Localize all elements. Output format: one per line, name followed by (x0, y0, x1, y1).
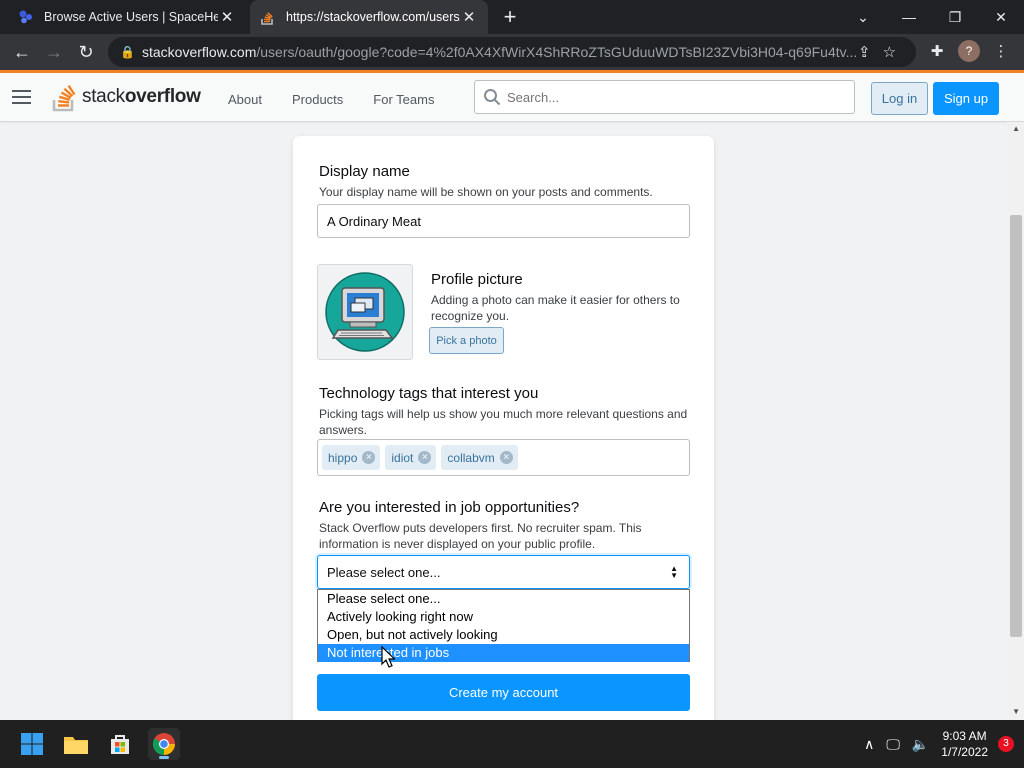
tag-remove-icon[interactable]: × (499, 451, 513, 464)
show-hidden-icons-chevron-icon[interactable]: ∧ (864, 736, 874, 753)
clock-time: 9:03 AM (942, 729, 987, 743)
new-tab-button[interactable]: + (497, 4, 523, 30)
jobs-select[interactable]: Please select one... ▲ ▼ (317, 555, 690, 589)
dropdown-option[interactable]: Please select one... (318, 590, 689, 608)
omnibox-actions: ⇪ ☆ (858, 43, 896, 61)
computer-avatar-icon (325, 272, 405, 352)
lock-icon: 🔒 (120, 45, 135, 59)
tab-search-icon[interactable]: ⌄ (840, 0, 886, 34)
extension-area: ✚ ? ⋮ (924, 38, 1014, 64)
jobs-dropdown-list: Please select one... Actively looking ri… (317, 589, 690, 662)
signup-button[interactable]: Sign up (933, 82, 999, 115)
profile-picture-frame (317, 264, 413, 360)
tag-chip: idiot × (385, 445, 437, 470)
share-icon[interactable]: ⇪ (858, 43, 871, 61)
tag-remove-icon[interactable]: × (362, 451, 376, 464)
bookmark-star-icon[interactable]: ☆ (883, 43, 896, 61)
back-arrow-icon[interactable]: ← (8, 38, 36, 66)
display-name-input[interactable]: A Ordinary Meat (317, 204, 690, 238)
profile-picture-label: Profile picture (431, 271, 523, 288)
minimize-icon[interactable]: — (886, 0, 932, 34)
site-header: stackoverflow About Products For Teams L… (0, 73, 1024, 122)
tags-label: Technology tags that interest you (319, 385, 539, 402)
tab-close-icon[interactable]: ✕ (218, 8, 236, 26)
dropdown-option[interactable]: Actively looking right now (318, 608, 689, 626)
mouse-cursor-icon (381, 646, 395, 668)
nav-for-teams[interactable]: For Teams (361, 86, 446, 113)
header-nav: About Products For Teams (216, 86, 452, 113)
system-tray: ∧ 🖵 🔈 9:03 AM 1/7/2022 3 (864, 720, 1014, 768)
restore-icon[interactable]: ❐ (932, 0, 978, 34)
jobs-description: Stack Overflow puts developers first. No… (319, 521, 642, 551)
tags-description: Picking tags will help us show you much … (319, 407, 688, 437)
tag-chip: hippo × (322, 445, 381, 470)
nav-products[interactable]: Products (280, 86, 355, 113)
jobs-label: Are you interested in job opportunities? (319, 499, 580, 516)
tag-remove-icon[interactable]: × (418, 451, 432, 464)
hamburger-menu-icon[interactable] (12, 90, 31, 104)
chrome-menu-icon[interactable]: ⋮ (988, 38, 1014, 64)
file-explorer-icon[interactable] (60, 728, 92, 760)
scroll-down-arrow-icon[interactable]: ▼ (1012, 707, 1020, 716)
select-arrows-icon: ▲ ▼ (670, 564, 678, 580)
window-controls: ⌄ — ❐ ✕ (840, 0, 1024, 34)
tab-close-icon[interactable]: ✕ (460, 8, 478, 26)
tab-title: Browse Active Users | SpaceHey (44, 10, 218, 24)
display-name-label: Display name (319, 163, 410, 180)
extensions-puzzle-icon[interactable]: ✚ (924, 38, 950, 64)
dropdown-option-highlighted[interactable]: Not interested in jobs (318, 644, 689, 662)
logo-wordmark: stackoverflow (82, 86, 201, 107)
search-input[interactable] (507, 89, 854, 105)
browser-toolbar: ← → ↻ 🔒 stackoverflow.com /users/oauth/g… (0, 34, 1024, 70)
scroll-up-arrow-icon[interactable]: ▲ (1012, 124, 1020, 133)
close-window-icon[interactable]: ✕ (978, 0, 1024, 34)
browser-tabstrip: Browse Active Users | SpaceHey ✕ https:/… (0, 0, 1024, 34)
taskbar-clock[interactable]: 9:03 AM 1/7/2022 (941, 728, 988, 760)
dropdown-option[interactable]: Open, but not actively looking (318, 626, 689, 644)
search-box[interactable] (474, 80, 855, 114)
chrome-taskbar-icon[interactable] (148, 728, 180, 760)
volume-icon[interactable]: 🔈 (912, 736, 929, 753)
url-path: /users/oauth/google?code=4%2f0AX4XfWirX4… (256, 44, 856, 60)
login-button[interactable]: Log in (871, 82, 928, 115)
browser-tab-spacehey[interactable]: Browse Active Users | SpaceHey ✕ (8, 0, 246, 34)
profile-picture-description: Adding a photo can make it easier for ot… (431, 293, 680, 323)
notification-badge[interactable]: 3 (998, 736, 1014, 752)
nav-about[interactable]: About (216, 86, 274, 113)
spacehey-favicon-icon (19, 10, 32, 24)
url-host: stackoverflow.com (142, 44, 257, 60)
microsoft-store-icon[interactable] (104, 728, 136, 760)
network-icon[interactable]: 🖵 (886, 736, 900, 753)
windows-taskbar: ∧ 🖵 🔈 9:03 AM 1/7/2022 3 (0, 720, 1024, 768)
forward-arrow-icon[interactable]: → (40, 38, 68, 66)
start-windows-icon[interactable] (16, 728, 48, 760)
stackoverflow-favicon-icon (261, 12, 273, 25)
stackoverflow-logo[interactable]: stackoverflow (52, 81, 201, 113)
tag-chip: collabvm × (441, 445, 518, 470)
reload-icon[interactable]: ↻ (72, 38, 100, 66)
tab-title: https://stackoverflow.com/users/ (286, 10, 460, 24)
pick-photo-button[interactable]: Pick a photo (429, 327, 504, 354)
profile-avatar[interactable]: ? (958, 40, 980, 62)
clock-date: 1/7/2022 (941, 745, 988, 759)
display-name-description: Your display name will be shown on your … (319, 185, 653, 199)
jobs-select-value: Please select one... (327, 564, 441, 580)
browser-tab-stackoverflow[interactable]: https://stackoverflow.com/users/ ✕ (250, 0, 488, 34)
search-icon (484, 89, 501, 106)
stackoverflow-logo-icon (52, 84, 76, 112)
tags-input[interactable]: hippo × idiot × collabvm × (317, 439, 690, 476)
create-account-button[interactable]: Create my account (317, 674, 690, 711)
address-bar[interactable]: 🔒 stackoverflow.com /users/oauth/google?… (108, 37, 916, 67)
scrollbar-thumb[interactable] (1010, 215, 1022, 637)
